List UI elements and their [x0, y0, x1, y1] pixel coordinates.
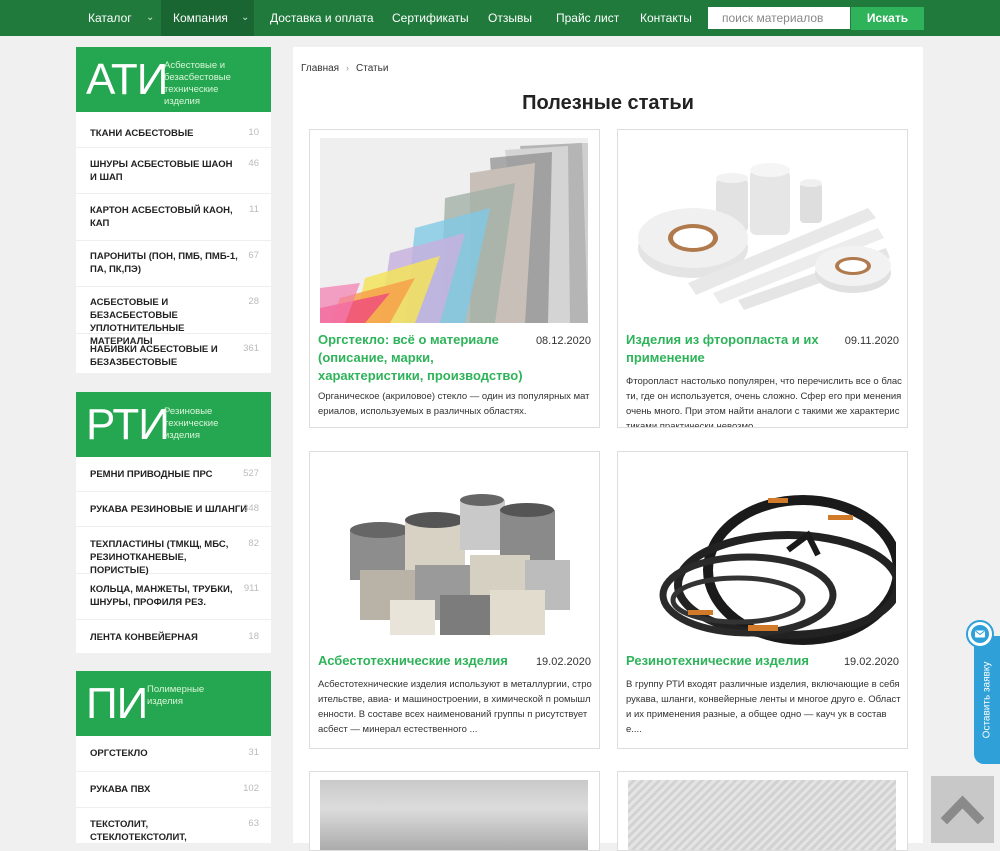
sidebar-category-ati: АТИ Асбестовые и безасбестовые техническ… — [76, 47, 271, 373]
category-abbr: АТИ — [86, 55, 168, 104]
sidebar-item-label: РЕМНИ ПРИВОДНЫЕ ПРС — [90, 469, 213, 480]
article-image-rubber[interactable] — [628, 460, 896, 645]
article-card[interactable]: Оргстекло: всё о материале (описание, ма… — [309, 129, 600, 428]
article-image-asbestos[interactable] — [320, 460, 588, 645]
article-card[interactable] — [309, 771, 600, 851]
article-date: 19.02.2020 — [535, 656, 591, 668]
article-card[interactable] — [617, 771, 908, 851]
feedback-tab-label-wrap[interactable]: Оставить заявку — [974, 636, 1000, 764]
sidebar-item-count: 46 — [248, 158, 259, 169]
article-image-acrylic[interactable] — [320, 138, 588, 323]
sidebar-item-label: ТЕКСТОЛИТ, СТЕКЛОТЕКСТОЛИТ, — [90, 819, 187, 843]
sidebar-item-count: 348 — [243, 503, 259, 514]
article-excerpt: Органическое (акриловое) стекло — один и… — [318, 391, 590, 417]
sidebar-item[interactable]: АСБЕСТОВЫЕ И БЕЗАСБЕСТОВЫЕ УПЛОТНИТЕЛЬНЫ… — [76, 287, 271, 347]
sidebar-item-label: РУКАВА РЕЗИНОВЫЕ И ШЛАНГИ — [90, 504, 248, 515]
nav-item-contacts[interactable]: Контакты — [640, 0, 692, 36]
article-title[interactable]: Асбестотехнические изделия — [318, 652, 518, 670]
chevron-down-icon[interactable]: ⌄ — [241, 0, 249, 36]
sidebar-item[interactable]: ПАРОНИТЫ (ПОН, ПМБ, ПМБ-1, ПА, ПК,ПЭ) 67 — [76, 241, 271, 287]
sidebar-item-count: 67 — [248, 250, 259, 261]
breadcrumb-home[interactable]: Главная — [301, 63, 339, 74]
article-date: 08.12.2020 — [535, 335, 591, 347]
sidebar-item[interactable]: РУКАВА РЕЗИНОВЫЕ И ШЛАНГИ 348 — [76, 492, 271, 527]
nav-item-pricelist[interactable]: Прайс лист — [556, 0, 619, 36]
sidebar-item[interactable]: ТКАНИ АСБЕСТОВЫЕ 10 — [76, 112, 271, 148]
search-input[interactable] — [708, 7, 850, 29]
sidebar-item[interactable]: РЕМНИ ПРИВОДНЫЕ ПРС 527 — [76, 457, 271, 492]
sidebar-item[interactable]: ШНУРЫ АСБЕСТОВЫЕ ШАОН И ШАП 46 — [76, 148, 271, 194]
sidebar-item-label: ПАРОНИТЫ (ПОН, ПМБ, ПМБ-1, ПА, ПК,ПЭ) — [90, 251, 238, 275]
sidebar-item-count: 361 — [243, 343, 259, 354]
sidebar-item-count: 10 — [248, 127, 259, 138]
article-card[interactable]: Изделия из фторопласта и их применение 0… — [617, 129, 908, 428]
article-excerpt: В группу РТИ входят различные изделия, в… — [626, 679, 901, 735]
sidebar-category-pi: ПИ Полимерные изделия ОРГСТЕКЛО 31 РУКАВ… — [76, 671, 271, 843]
nav-item-reviews[interactable]: Отзывы — [488, 0, 532, 36]
mail-icon[interactable] — [966, 620, 994, 648]
sidebar-item-count: 911 — [243, 583, 259, 594]
nav-item-delivery[interactable]: Доставка и оплата — [270, 0, 374, 36]
sidebar-item[interactable]: ТЕКСТОЛИТ, СТЕКЛОТЕКСТОЛИТ, 63 — [76, 808, 271, 845]
sidebar-header[interactable]: ПИ Полимерные изделия — [76, 671, 271, 736]
article-title[interactable]: Резинотехнические изделия — [626, 652, 826, 670]
sidebar-item-count: 102 — [243, 783, 259, 794]
scroll-to-top-button[interactable] — [931, 776, 994, 843]
sidebar-item-count: 527 — [243, 468, 259, 479]
article-date: 09.11.2020 — [844, 335, 899, 347]
category-description: Полимерные изделия — [147, 684, 205, 707]
sidebar-item-label: РУКАВА ПВХ — [90, 784, 151, 795]
breadcrumb-current: Статьи — [356, 63, 389, 74]
sidebar-item[interactable]: ОРГСТЕКЛО 31 — [76, 736, 271, 772]
article-title[interactable]: Оргстекло: всё о материале (описание, ма… — [318, 331, 528, 385]
sidebar-item[interactable]: РУКАВА ПВХ 102 — [76, 772, 271, 808]
category-abbr: ПИ — [86, 679, 148, 728]
sidebar-item-count: 82 — [248, 538, 259, 549]
article-excerpt: Фторопласт настолько популярен, что пере… — [626, 376, 902, 428]
sidebar-item-label: ТЕХПЛАСТИНЫ (ТМКЩ, МБС, РЕЗИНОТКАНЕВЫЕ, … — [90, 539, 229, 576]
sidebar-category-rti: РТИ Резиновые технические изделия РЕМНИ … — [76, 392, 271, 653]
category-description: Асбестовые и безасбестовые технические и… — [164, 60, 231, 107]
category-abbr: РТИ — [86, 400, 170, 449]
sidebar-item-label: ТКАНИ АСБЕСТОВЫЕ — [90, 128, 194, 139]
sidebar-item-label: ОРГСТЕКЛО — [90, 748, 148, 759]
nav-item-certificates[interactable]: Сертификаты — [392, 0, 469, 36]
sidebar-item-count: 31 — [248, 747, 259, 758]
category-description: Резиновые технические изделия — [164, 406, 219, 441]
search-button[interactable]: Искать — [851, 7, 924, 30]
sidebar-item-label: НАБИВКИ АСБЕСТОВЫЕ И БЕЗАЗБЕСТОВЫЕ — [90, 344, 218, 368]
sidebar-item-count: 28 — [248, 296, 259, 307]
nav-item-catalog[interactable]: Каталог — [88, 0, 132, 36]
sidebar-header[interactable]: АТИ Асбестовые и безасбестовые техническ… — [76, 47, 271, 112]
article-card[interactable]: Асбестотехнические изделия 19.02.2020 Ас… — [309, 451, 600, 749]
sidebar-item[interactable]: КАРТОН АСБЕСТОВЫЙ КАОН, КАП 11 — [76, 194, 271, 241]
sidebar-item-label: ШНУРЫ АСБЕСТОВЫЕ ШАОН И ШАП — [90, 159, 233, 183]
sidebar-item-label: ЛЕНТА КОНВЕЙЕРНАЯ — [90, 632, 198, 643]
sidebar-item[interactable]: ТЕХПЛАСТИНЫ (ТМКЩ, МБС, РЕЗИНОТКАНЕВЫЕ, … — [76, 527, 271, 576]
article-card[interactable]: Резинотехнические изделия 19.02.2020 В г… — [617, 451, 908, 749]
article-image[interactable] — [320, 780, 588, 850]
chevron-down-icon[interactable]: ⌄ — [146, 0, 154, 36]
sidebar-item-label: КАРТОН АСБЕСТОВЫЙ КАОН, КАП — [90, 205, 233, 229]
sidebar-header[interactable]: РТИ Резиновые технические изделия — [76, 392, 271, 457]
sidebar-item-count: 18 — [248, 631, 259, 642]
sidebar-item-count: 11 — [249, 204, 259, 215]
sidebar-item[interactable]: ЛЕНТА КОНВЕЙЕРНАЯ 18 — [76, 620, 271, 656]
sidebar-item[interactable]: КОЛЬЦА, МАНЖЕТЫ, ТРУБКИ, ШНУРЫ, ПРОФИЛЯ … — [76, 574, 271, 620]
article-date: 19.02.2020 — [843, 656, 899, 668]
article-title[interactable]: Изделия из фторопласта и их применение — [626, 331, 836, 367]
page-title: Полезные статьи — [522, 92, 694, 114]
chevron-up-icon — [940, 795, 985, 825]
sidebar-item-label: КОЛЬЦА, МАНЖЕТЫ, ТРУБКИ, ШНУРЫ, ПРОФИЛЯ … — [90, 584, 233, 608]
article-image-ptfe[interactable] — [628, 138, 896, 323]
feedback-tab-label[interactable]: Оставить заявку — [982, 662, 993, 739]
breadcrumb-separator: › — [346, 63, 349, 73]
article-image[interactable] — [628, 780, 896, 850]
top-navigation: Каталог ⌄ Компания ⌄ Доставка и оплата С… — [0, 0, 1000, 36]
article-excerpt: Асбестотехнические изделия используют в … — [318, 679, 592, 735]
sidebar-item[interactable]: НАБИВКИ АСБЕСТОВЫЕ И БЕЗАЗБЕСТОВЫЕ 361 — [76, 334, 271, 377]
sidebar-item-count: 63 — [248, 818, 259, 829]
